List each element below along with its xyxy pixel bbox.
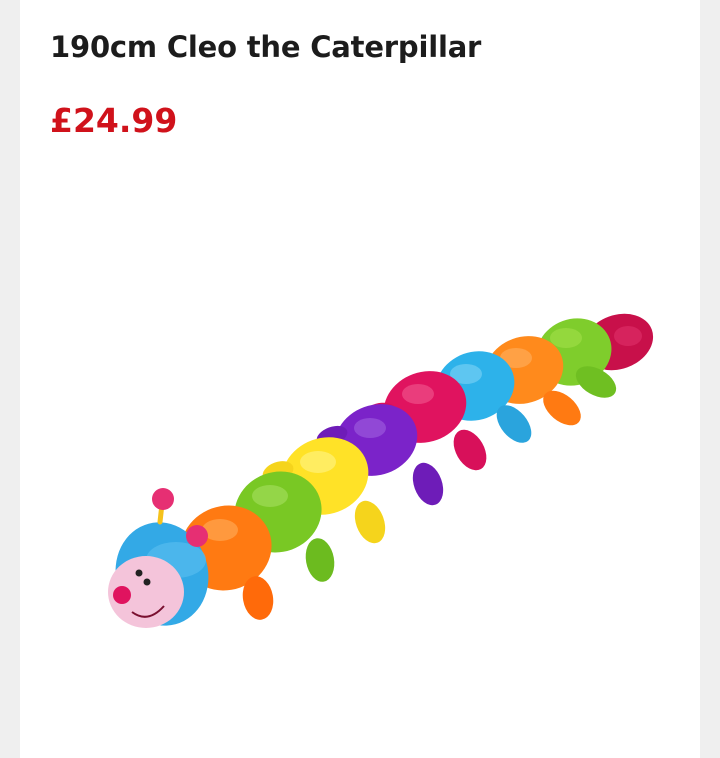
product-card: 190cm Cleo the Caterpillar £24.99 [20, 0, 700, 758]
caterpillar-plush-image [108, 313, 654, 628]
product-page: 190cm Cleo the Caterpillar £24.99 [0, 0, 720, 758]
product-price: £24.99 [50, 101, 178, 140]
product-title: 190cm Cleo the Caterpillar [50, 30, 482, 64]
product-image[interactable] [80, 290, 670, 670]
